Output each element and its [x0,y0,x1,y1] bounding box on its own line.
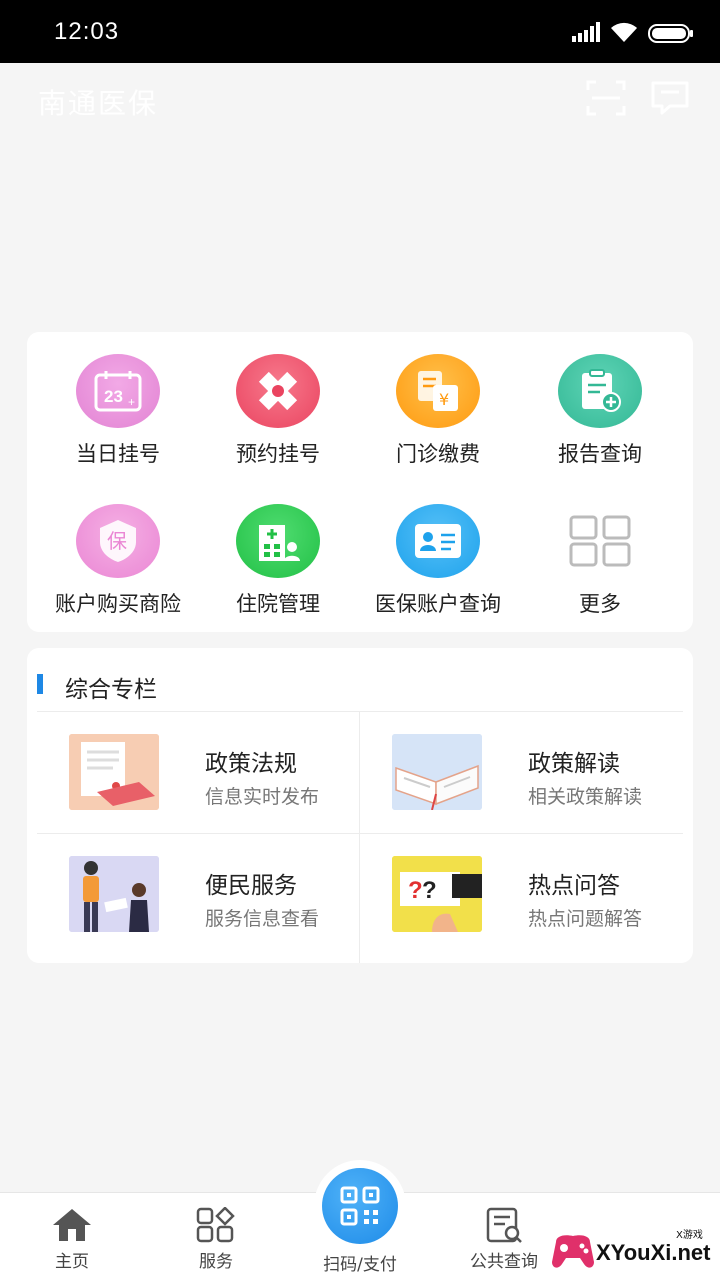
service-label: 医保账户查询 [375,592,501,616]
column-item-desc: 信息实时发布 [205,786,320,808]
svg-text:23: 23 [104,387,123,406]
message-icon[interactable] [650,80,690,116]
public-query-icon [486,1207,522,1243]
status-bar: 12:03 [0,0,720,63]
column-item-convenience-service[interactable]: 便民服务 服务信息查看 [37,834,359,955]
service-hospitalization[interactable]: 住院管理 [195,504,361,634]
scan-pay-button[interactable] [314,1160,406,1252]
scan-pay-circle [322,1168,398,1244]
watermark-small-text: X游戏 [676,1230,703,1241]
services-card: 23 + 当日挂号 预约挂号 ¥ 门诊缴费 报告查询 保 账户购买商险 住院管理 [27,332,693,632]
open-book-thumbnail [392,734,482,810]
service-more[interactable]: 更多 [517,504,683,634]
column-item-policy-regulations[interactable]: 政策法规 信息实时发布 [37,712,359,833]
service-label: 门诊缴费 [396,442,480,466]
tab-services[interactable]: 服务 [146,1207,286,1272]
column-item-hot-qa[interactable]: ?? 热点问答 热点问题解答 [360,834,682,955]
service-appointment[interactable]: 预约挂号 [195,354,361,484]
scan-icon[interactable] [586,80,626,116]
column-card: 综合专栏 政策法规 信息实时发布 政策解读 相关政策解读 便民服务 服务信息查看… [27,648,693,963]
svg-text:?: ? [422,877,437,904]
service-buy-insurance[interactable]: 保 账户购买商险 [35,504,201,634]
column-item-name: 便民服务 [205,873,297,899]
service-label: 住院管理 [236,592,320,616]
service-label: 当日挂号 [76,442,160,466]
service-report-query[interactable]: 报告查询 [517,354,683,484]
svg-text:?: ? [408,877,423,904]
column-item-name: 政策解读 [528,751,620,777]
id-card-icon [396,504,480,578]
report-icon [558,354,642,428]
gamepad-logo-icon [552,1235,594,1268]
svg-text:¥: ¥ [439,390,449,409]
column-item-name: 政策法规 [205,751,297,777]
policy-document-thumbnail [69,734,159,810]
medical-cross-icon [236,354,320,428]
signal-icon [572,22,600,42]
service-outpatient-payment[interactable]: ¥ 门诊缴费 [355,354,521,484]
tab-home-label: 主页 [55,1252,89,1272]
scan-pay-label: 扫码/支付 [323,1255,397,1275]
status-time: 12:03 [54,18,120,45]
watermark-text: XYouXi.net [596,1240,711,1265]
service-today-registration[interactable]: 23 + 当日挂号 [35,354,201,484]
column-item-policy-interpretation[interactable]: 政策解读 相关政策解读 [360,712,682,833]
wifi-icon [611,22,637,42]
service-label: 更多 [579,592,621,616]
insurance-shield-icon: 保 [76,504,160,578]
svg-text:保: 保 [107,529,127,553]
column-item-desc: 服务信息查看 [205,908,320,930]
qr-code-icon [340,1186,380,1226]
tab-services-label: 服务 [199,1252,233,1272]
column-title: 综合专栏 [65,677,157,703]
watermark: X游戏 XYouXi.net [548,1222,720,1280]
grid-more-icon [558,504,642,578]
service-label: 预约挂号 [236,442,320,466]
tab-home[interactable]: 主页 [2,1207,142,1272]
service-account-query[interactable]: 医保账户查询 [355,504,521,634]
service-label: 报告查询 [558,442,642,466]
services-grid-icon [196,1207,235,1243]
payment-doc-icon: ¥ [396,354,480,428]
app-title: 南通医保 [38,87,159,120]
svg-text:+: + [128,395,135,409]
hospital-icon [236,504,320,578]
service-label: 账户购买商险 [55,592,181,616]
service-people-thumbnail [69,856,159,932]
column-item-desc: 相关政策解读 [528,786,643,808]
column-header: 综合专栏 [27,648,693,712]
column-accent-bar [37,674,43,694]
home-icon [53,1209,91,1241]
calendar-icon: 23 + [76,354,160,428]
hot-qa-thumbnail: ?? [392,856,482,932]
column-item-name: 热点问答 [528,873,620,899]
column-item-desc: 热点问题解答 [528,908,643,930]
battery-icon [648,24,693,43]
